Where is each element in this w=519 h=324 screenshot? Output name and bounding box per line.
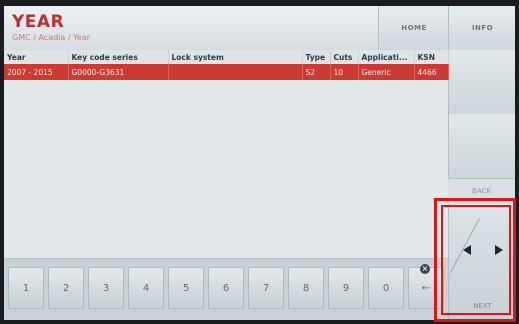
page-title: YEAR [12,12,65,32]
key-6[interactable]: 6 [208,267,244,309]
back-label: BACK [472,187,491,195]
breadcrumb: GMC / Acadia / Year [12,33,91,42]
column-header-type: Type [302,50,331,64]
header-bar: YEAR GMC / Acadia / Year [4,6,378,51]
info-label: INFO [471,24,494,32]
cell-year: 2007 - 2015 [4,64,69,80]
key-4[interactable]: 4 [128,267,164,309]
info-button[interactable]: INFO [448,6,515,51]
cell-key-code-series: G0000-G3631 [68,64,169,80]
navigation-panel: NEXT [448,204,515,320]
key-5[interactable]: 5 [168,267,204,309]
table-header-row: Year Key code series Lock system Type Cu… [4,50,449,64]
close-circle-icon[interactable]: × [420,264,430,274]
key-2[interactable]: 2 [48,267,84,309]
table-row[interactable]: 2007 - 2015 G0000-G3631 S2 10 Generic 44… [4,64,449,80]
cell-type: S2 [302,64,331,80]
key-7[interactable]: 7 [248,267,284,309]
next-label: NEXT [473,302,492,310]
key-3[interactable]: 3 [88,267,124,309]
side-panel-blank-2 [448,114,515,179]
results-table: Year Key code series Lock system Type Cu… [4,50,449,80]
next-button[interactable]: NEXT [449,292,515,320]
column-header-cuts: Cuts [330,50,359,64]
next-arrow-button[interactable] [487,232,511,268]
column-header-lock-system: Lock system [168,50,303,64]
side-panel-blank-1 [448,50,515,115]
cell-application: Generic [358,64,415,80]
numeric-keypad: 1 2 3 4 5 6 7 8 9 0 ← [4,258,448,320]
cell-cuts: 10 [330,64,359,80]
triangle-right-icon [495,245,503,255]
key-8[interactable]: 8 [288,267,324,309]
results-table-area: Year Key code series Lock system Type Cu… [4,50,449,258]
column-header-key-code-series: Key code series [68,50,169,64]
home-button[interactable]: HOME [378,6,449,51]
key-9[interactable]: 9 [328,267,364,309]
home-label: HOME [401,24,427,32]
key-1[interactable]: 1 [8,267,44,309]
column-header-ksn: KSN [414,50,449,64]
column-header-application: Applicati... [358,50,415,64]
screen: YEAR GMC / Acadia / Year HOME INFO BACK … [4,6,515,320]
previous-button[interactable] [455,232,479,268]
key-0[interactable]: 0 [368,267,404,309]
column-header-year: Year [4,50,69,64]
cell-lock-system [168,64,303,80]
clear-key-wrapper: × [420,264,430,274]
cell-ksn: 4466 [414,64,449,80]
back-button[interactable]: BACK [448,178,515,204]
